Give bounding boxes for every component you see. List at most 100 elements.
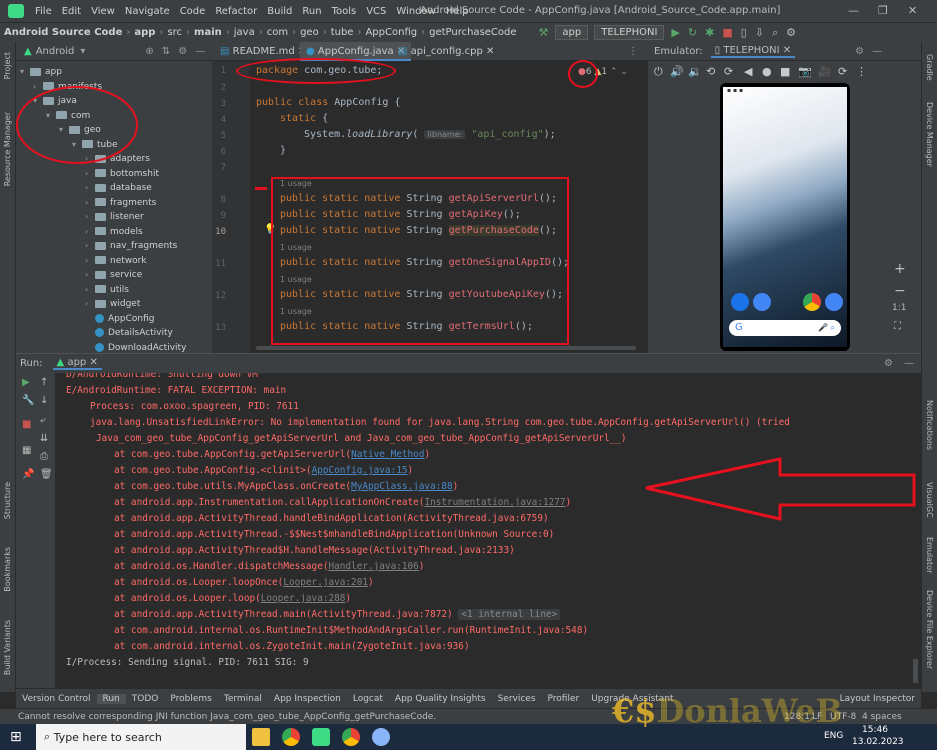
menu-view[interactable]: View <box>86 6 120 17</box>
language-indicator[interactable]: ENG <box>824 731 843 741</box>
tree-item[interactable]: DownloadActivity <box>85 341 186 354</box>
menu-tools[interactable]: Tools <box>327 6 362 17</box>
print-icon[interactable]: ⎙ <box>40 451 48 462</box>
close-button[interactable]: ✕ <box>908 4 917 17</box>
tree-item[interactable]: DetailsActivity <box>85 326 173 340</box>
rerun-icon[interactable]: ↻ <box>684 26 701 39</box>
google-search-bar[interactable]: G 🎤 ⌕ <box>729 320 841 336</box>
tab-menu-icon[interactable]: ⋮ <box>622 42 644 61</box>
chevron-down-icon[interactable]: ▾ <box>80 46 85 57</box>
status-message[interactable]: Cannot resolve corresponding JNI functio… <box>18 712 436 722</box>
tree-item[interactable]: › widget <box>85 297 140 311</box>
sdk-icon[interactable]: ⇩ <box>751 26 768 39</box>
stop-icon[interactable]: ■ <box>22 419 31 430</box>
chevron-right-icon[interactable]: › <box>85 268 95 282</box>
bottom-tab-app-inspection[interactable]: App Inspection <box>268 694 347 704</box>
chevron-right-icon[interactable]: › <box>85 196 95 210</box>
zoom-in-button[interactable]: + <box>894 261 906 277</box>
locate-icon[interactable]: ⊕ <box>145 46 153 57</box>
bookmarks-tab[interactable]: Bookmarks <box>3 547 12 592</box>
chevron-right-icon[interactable]: › <box>85 167 95 181</box>
tree-item[interactable]: › nav_fragments <box>85 239 177 253</box>
device-manager-icon[interactable]: ▯ <box>737 26 751 39</box>
tree-item[interactable]: › utils <box>85 283 129 297</box>
emulator-tab[interactable]: Emulator <box>925 537 934 573</box>
up-icon[interactable]: ↑ <box>40 377 48 388</box>
tree-item[interactable]: › bottomshit <box>85 167 159 181</box>
chevron-right-icon[interactable]: › <box>85 283 95 297</box>
clock-date[interactable]: 13.02.2023 <box>852 737 904 747</box>
run-config-select[interactable]: app <box>555 25 589 40</box>
bottom-tab-run[interactable]: Run <box>96 693 126 704</box>
menu-code[interactable]: Code <box>175 6 211 17</box>
chrome-app-icon[interactable] <box>803 293 821 311</box>
home-icon[interactable]: ● <box>762 65 772 78</box>
hide-icon[interactable]: — <box>195 46 205 57</box>
gear-icon[interactable]: ⚙ <box>178 46 187 57</box>
bottom-tab-layout-inspector[interactable]: Layout Inspector <box>834 694 921 704</box>
tree-item[interactable]: › fragments <box>85 196 156 210</box>
stop-icon[interactable]: ■ <box>718 26 736 39</box>
tree-item[interactable]: ▾ app <box>20 65 62 79</box>
phone-app-icon[interactable] <box>731 293 749 311</box>
minimize-button[interactable]: — <box>848 4 859 17</box>
console-output[interactable]: D/AndroidRuntime: Shutting down VM E/And… <box>56 373 921 688</box>
soft-wrap-icon[interactable]: ⤶ <box>40 415 46 426</box>
power-icon[interactable]: ⏻ <box>654 65 663 79</box>
android-studio-taskbar-icon[interactable] <box>312 728 330 746</box>
settings-icon[interactable]: ⚙ <box>782 26 800 39</box>
menu-vcs[interactable]: VCS <box>361 6 391 17</box>
zoom-out-button[interactable]: − <box>894 283 906 299</box>
bottom-tab-profiler[interactable]: Profiler <box>542 694 586 704</box>
snapshot-icon[interactable]: ⟳ <box>838 65 847 78</box>
bottom-tab-todo[interactable]: TODO <box>126 694 165 704</box>
camera-icon[interactable]: 📷 <box>798 65 812 78</box>
emulator-screen[interactable]: ▪ ▪ ▪ G 🎤 ⌕ <box>720 83 850 351</box>
chevron-right-icon[interactable]: › <box>85 254 95 268</box>
camera-app-icon[interactable] <box>825 293 843 311</box>
breadcrumb-method[interactable]: getPurchaseCode <box>425 27 520 38</box>
gear-icon[interactable]: ⚙ <box>855 46 864 57</box>
bottom-tab-problems[interactable]: Problems <box>164 694 217 704</box>
rotate-left-icon[interactable]: ⟲ <box>706 65 715 78</box>
resource-manager-tab[interactable]: Resource Manager <box>3 112 12 186</box>
horizontal-scrollbar[interactable] <box>256 346 636 350</box>
clock-time[interactable]: 15:46 <box>862 725 888 735</box>
tree-item[interactable]: › service <box>85 268 142 282</box>
layout-icon[interactable]: ▦ <box>22 445 31 456</box>
breadcrumb-main[interactable]: main <box>190 27 226 38</box>
visualgc-tab[interactable]: VisualGC <box>925 482 934 518</box>
chevron-right-icon[interactable]: › <box>85 181 95 195</box>
wrench-icon[interactable]: 🔧 <box>22 395 34 406</box>
down-icon[interactable]: ↓ <box>40 395 48 406</box>
collapse-icon[interactable]: ⇅ <box>162 46 170 57</box>
back-icon[interactable]: ◀ <box>744 65 752 78</box>
tree-item[interactable]: › listener <box>85 210 144 224</box>
overview-icon[interactable]: ■ <box>780 65 790 78</box>
tree-item[interactable]: › models <box>85 225 143 239</box>
device-select[interactable]: TELEPHONI <box>594 25 665 40</box>
windows-start-icon[interactable]: ⊞ <box>10 729 22 745</box>
search-icon[interactable]: ⌕ <box>768 26 782 40</box>
chevron-right-icon[interactable]: › <box>85 239 95 253</box>
notifications-tab[interactable]: Notifications <box>925 400 934 450</box>
messages-app-icon[interactable] <box>753 293 771 311</box>
breadcrumb-tube[interactable]: tube <box>327 27 358 38</box>
breadcrumb-app[interactable]: app <box>130 27 159 38</box>
breadcrumb-appconfig[interactable]: AppConfig <box>361 27 421 38</box>
bottom-tab-app-quality-insights[interactable]: App Quality Insights <box>389 694 492 704</box>
emulator-device-tab[interactable]: ▯ TELEPHONI ✕ <box>710 45 796 58</box>
breadcrumb-project[interactable]: Android Source Code <box>0 27 126 38</box>
more-icon[interactable]: ⋮ <box>856 65 867 78</box>
trash-icon[interactable]: 🗑 <box>40 469 53 480</box>
chevron-right-icon[interactable]: › <box>33 80 43 94</box>
hide-icon[interactable]: — <box>872 46 882 57</box>
tree-item[interactable]: › network <box>85 254 147 268</box>
indent-setting[interactable]: 4 spaces <box>862 709 902 725</box>
project-tool-tab[interactable]: Project <box>3 52 12 79</box>
device-file-explorer-tab[interactable]: Device File Explorer <box>925 590 934 669</box>
vertical-scrollbar[interactable] <box>913 659 918 683</box>
hide-icon[interactable]: — <box>904 358 914 369</box>
chevron-right-icon[interactable]: › <box>85 210 95 224</box>
chevron-right-icon[interactable]: › <box>85 297 95 311</box>
